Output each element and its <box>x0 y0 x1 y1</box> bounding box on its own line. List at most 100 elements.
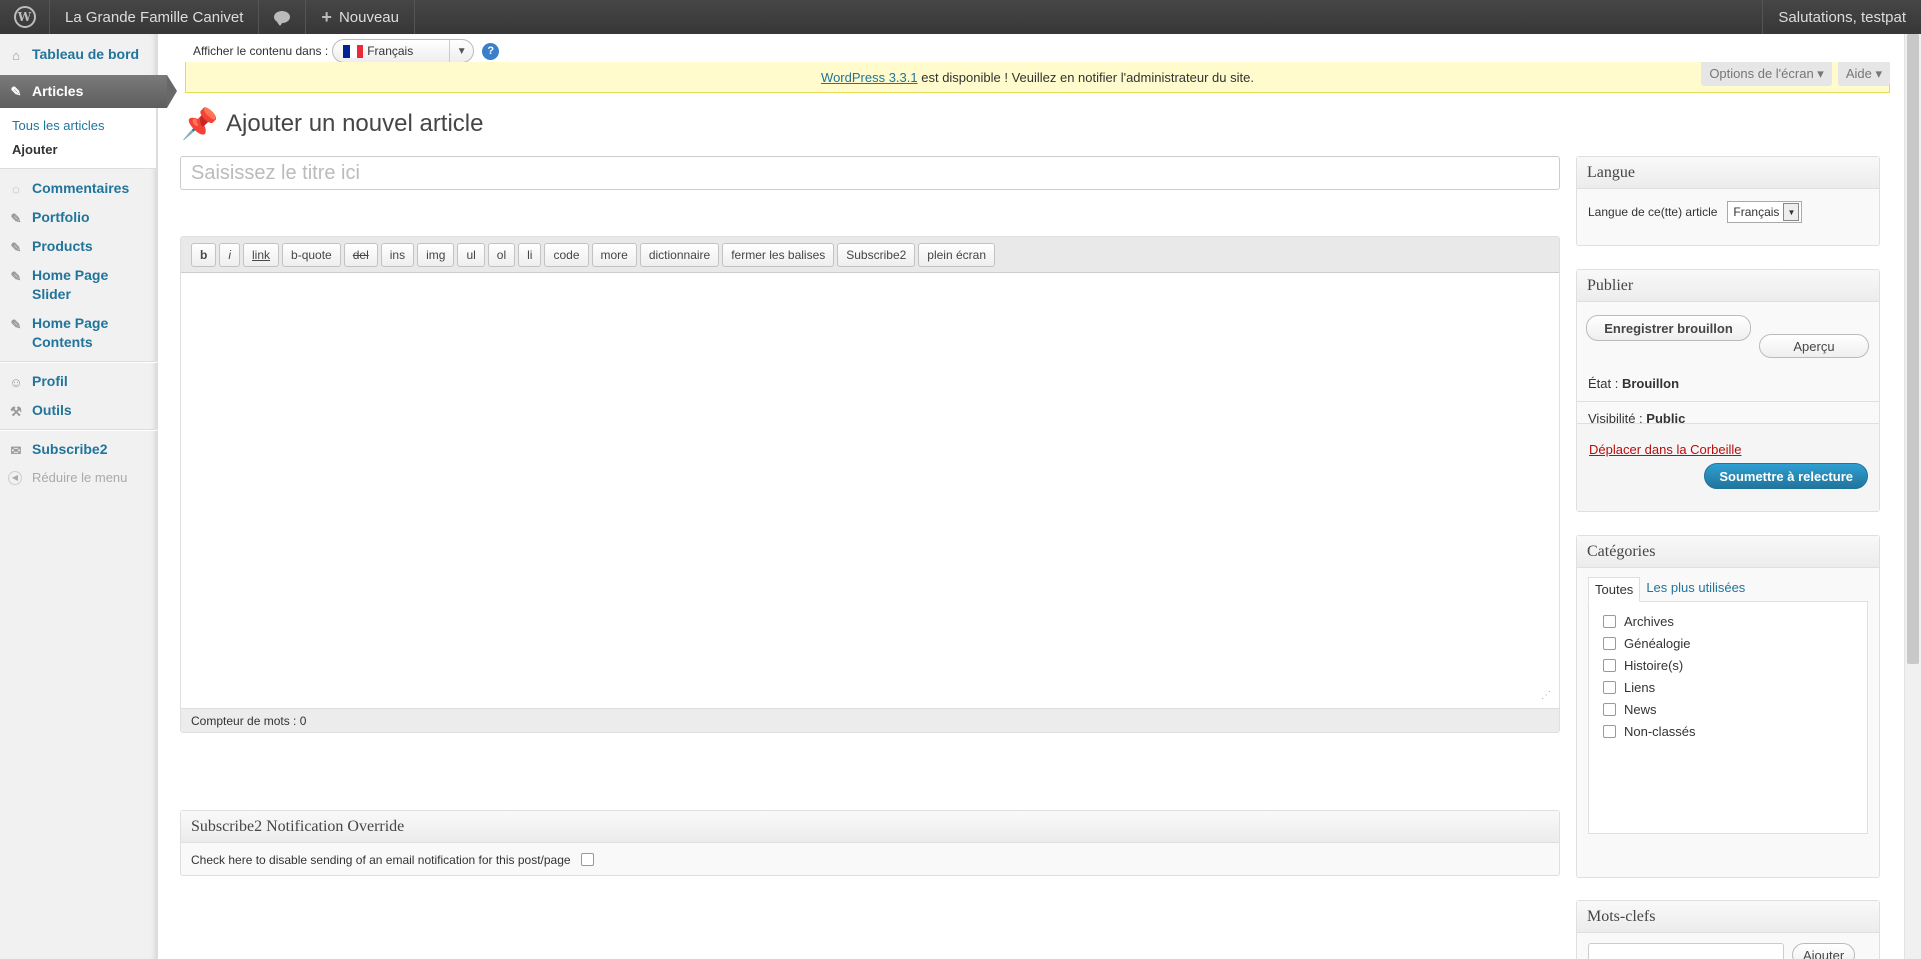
subscribe2-checkbox-label: Check here to disable sending of an emai… <box>191 852 571 867</box>
qt-subscribe2-button[interactable]: Subscribe2 <box>837 242 916 267</box>
move-to-trash-link[interactable]: Déplacer dans la Corbeille <box>1589 442 1741 457</box>
list-item: Généalogie <box>1603 632 1853 654</box>
qt-more-button[interactable]: more <box>591 242 637 267</box>
editor-textarea[interactable]: ⋰ <box>181 273 1559 709</box>
post-language-select[interactable]: Français ▼ <box>1727 201 1803 223</box>
category-checkbox[interactable] <box>1603 614 1616 628</box>
sidebar-item-portfolio[interactable]: ✎ Portfolio <box>0 203 157 232</box>
word-count-bar: Compteur de mots : 0 <box>181 708 1559 732</box>
sidebar-item-label: Subscribe2 <box>32 441 108 457</box>
category-checkbox[interactable] <box>1603 658 1616 672</box>
tab-all-categories[interactable]: Toutes <box>1588 577 1641 602</box>
screen-options-button[interactable]: Options de l'écran ▾ <box>1701 62 1832 86</box>
user-greeting[interactable]: Salutations, testpat <box>1762 0 1921 34</box>
scrollbar-thumb[interactable] <box>1907 34 1919 664</box>
sidebar-item-label: Profil <box>32 373 68 389</box>
qt-li-button[interactable]: li <box>518 242 542 267</box>
tools-icon: ⚒ <box>10 403 22 419</box>
pin-icon: ✎ <box>10 239 22 255</box>
qt-fullscreen-button[interactable]: plein écran <box>918 242 996 267</box>
content-language-label: Afficher le contenu dans : <box>193 44 329 58</box>
pin-icon: ✎ <box>10 210 22 226</box>
category-checkbox[interactable] <box>1603 702 1616 716</box>
submit-for-review-button[interactable]: Soumettre à relecture <box>1704 463 1868 489</box>
publish-box: Publier Enregistrer brouillon Aperçu Éta… <box>1576 269 1880 512</box>
chevron-down-icon: ▼ <box>449 40 473 62</box>
qt-italic-button[interactable]: i <box>219 242 241 267</box>
comment-icon: ◌ <box>12 181 20 197</box>
articles-submenu: Tous les articles Ajouter <box>0 108 156 169</box>
page-scrollbar[interactable] <box>1904 34 1921 959</box>
help-button[interactable]: Aide ▾ <box>1837 62 1890 86</box>
status-label: État : <box>1588 376 1622 391</box>
language-box: Langue Langue de ce(tte) article Françai… <box>1576 156 1880 246</box>
pin-icon: ✎ <box>10 316 22 332</box>
resize-handle-icon[interactable]: ⋰ <box>1541 690 1551 701</box>
post-title-input[interactable]: Saisissez le titre ici <box>180 156 1560 190</box>
sidebar-item-label: Tableau de bord <box>32 46 140 62</box>
sidebar-item-dashboard[interactable]: ⌂ Tableau de bord <box>0 40 157 69</box>
new-content-button[interactable]: + Nouveau <box>306 0 415 34</box>
language-box-label: Langue de ce(tte) article <box>1588 205 1718 219</box>
list-item: Histoire(s) <box>1603 654 1853 676</box>
help-icon[interactable]: ? <box>482 42 500 60</box>
sidebar-item-home-page-contents[interactable]: ✎ Home Page Contents <box>0 309 120 357</box>
category-checklist: Archives Généalogie Histoire(s) Liens Ne… <box>1588 601 1868 834</box>
add-tag-button[interactable]: Ajouter <box>1792 943 1856 959</box>
sidebar-item-home-page-slider[interactable]: ✎ Home Page Slider <box>0 261 120 309</box>
categories-box: Catégories Toutes Les plus utilisées Arc… <box>1576 535 1880 878</box>
submenu-add-new[interactable]: Ajouter <box>12 138 156 162</box>
category-checkbox[interactable] <box>1603 636 1616 650</box>
sidebar-item-comments[interactable]: ◌ Commentaires <box>0 174 157 203</box>
qt-bold-button[interactable]: b <box>191 242 217 267</box>
tags-box-title: Mots-clefs <box>1577 901 1879 933</box>
site-name-link[interactable]: La Grande Famille Canivet <box>50 0 260 34</box>
qt-dictionary-button[interactable]: dictionnaire <box>639 242 720 267</box>
qt-img-button[interactable]: img <box>417 242 455 267</box>
qt-close-tags-button[interactable]: fermer les balises <box>722 242 835 267</box>
content-language-select[interactable]: Français ▼ <box>332 39 475 63</box>
french-flag-icon <box>343 44 364 58</box>
wordpress-logo-button[interactable]: W <box>0 0 50 34</box>
subscribe2-disable-checkbox[interactable] <box>580 853 594 866</box>
wordpress-update-link[interactable]: WordPress 3.3.1 <box>821 70 918 85</box>
submenu-all-articles[interactable]: Tous les articles <box>12 114 156 138</box>
sidebar-item-label: Home Page Contents <box>32 315 109 350</box>
tab-most-used[interactable]: Les plus utilisées <box>1640 576 1751 601</box>
sidebar-item-label: Home Page Slider <box>32 267 109 302</box>
qt-del-button[interactable]: del <box>343 242 378 267</box>
sidebar-item-products[interactable]: ✎ Products <box>0 232 157 261</box>
sidebar-item-label: Products <box>32 238 93 254</box>
save-draft-button[interactable]: Enregistrer brouillon <box>1586 315 1751 341</box>
category-label: Généalogie <box>1624 635 1691 651</box>
collapse-arrow-icon: ◀ <box>8 470 22 485</box>
qt-blockquote-button[interactable]: b-quote <box>282 242 341 267</box>
wordpress-logo-icon: W <box>13 6 36 28</box>
new-tag-input[interactable] <box>1588 943 1784 959</box>
update-notice-text: est disponible ! Veuillez en notifier l'… <box>917 69 1254 85</box>
sidebar-item-articles[interactable]: ✎ Articles <box>0 75 177 108</box>
qt-link-button[interactable]: link <box>243 242 280 267</box>
sidebar-item-label: Portfolio <box>32 209 90 225</box>
category-label: Histoire(s) <box>1624 657 1684 673</box>
sidebar-item-subscribe2[interactable]: ✉ Subscribe2 <box>0 435 157 464</box>
admin-bar: W La Grande Famille Canivet + Nouveau Sa… <box>0 0 1921 34</box>
category-checkbox[interactable] <box>1603 680 1616 694</box>
category-checkbox[interactable] <box>1603 724 1616 738</box>
pin-icon: ✎ <box>10 84 22 99</box>
qt-ul-button[interactable]: ul <box>457 242 485 267</box>
collapse-menu-button[interactable]: ◀ Réduire le menu <box>0 464 157 491</box>
qt-code-button[interactable]: code <box>544 242 589 267</box>
sidebar-item-profile[interactable]: ☺ Profil <box>0 367 157 396</box>
word-count-value: 0 <box>299 713 307 728</box>
pushpin-icon: 📌 <box>181 107 219 141</box>
word-count-label: Compteur de mots : <box>191 713 300 728</box>
qt-ol-button[interactable]: ol <box>487 242 516 267</box>
preview-button[interactable]: Aperçu <box>1759 334 1869 358</box>
post-language-value: Français <box>1733 205 1780 219</box>
sidebar-item-tools[interactable]: ⚒ Outils <box>0 396 157 425</box>
content-language-bar: Afficher le contenu dans : Français ▼ ? <box>193 39 500 63</box>
post-editor: b i link b-quote del ins img ul ol li co… <box>180 236 1560 733</box>
qt-ins-button[interactable]: ins <box>380 242 415 267</box>
comments-button[interactable] <box>259 0 307 34</box>
